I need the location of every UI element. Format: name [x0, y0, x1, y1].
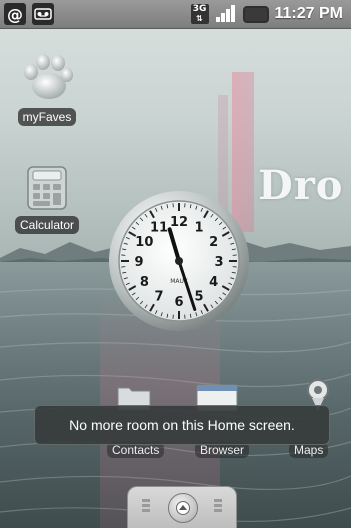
- clock-numeral: 12: [170, 215, 188, 230]
- network-type-label: 3G: [192, 4, 207, 14]
- clock-numeral: 7: [154, 290, 163, 305]
- calculator-label: Calculator: [14, 216, 80, 234]
- drawer-grip-left: [142, 497, 150, 519]
- toast-message: No more room on this Home screen.: [69, 417, 295, 433]
- calculator-shortcut[interactable]: Calculator: [6, 162, 88, 234]
- clock-numeral: 5: [194, 290, 203, 305]
- wallpaper-text: Dro: [258, 162, 344, 209]
- clock-numeral: 8: [140, 275, 149, 290]
- calculator-icon: [27, 166, 67, 210]
- myfaves-shortcut[interactable]: myFaves: [6, 50, 88, 126]
- clock-face: 12 1234567891011 MAUK: [109, 191, 249, 331]
- clock-numeral: 10: [135, 235, 153, 250]
- status-time: 11:27 PM: [274, 5, 343, 22]
- clock-numeral: 4: [209, 275, 218, 290]
- clock-numeral: 2: [209, 235, 218, 250]
- drawer-open-button[interactable]: [168, 493, 198, 523]
- clock-numeral: 6: [174, 295, 183, 310]
- home-screen: Dro @ 3G ⇅ 11:27 PM myFaves Calculator 1…: [0, 0, 351, 528]
- network-type-icon: 3G ⇅: [190, 4, 209, 24]
- at-sign-icon[interactable]: @: [4, 3, 26, 25]
- voicemail-icon[interactable]: [32, 3, 54, 25]
- app-drawer-handle[interactable]: [127, 486, 237, 528]
- clock-numeral: 9: [134, 255, 143, 270]
- status-bar[interactable]: @ 3G ⇅ 11:27 PM: [0, 0, 351, 29]
- chevron-up-icon: [176, 501, 190, 515]
- battery-icon: [242, 5, 269, 23]
- paw-icon: [24, 54, 73, 99]
- clock-numeral: 11: [150, 220, 168, 235]
- myfaves-label: myFaves: [17, 108, 77, 126]
- analog-clock-widget[interactable]: 12 1 2 3 4 5 6 7 8 9 10 11 MAUK: [108, 190, 250, 332]
- clock-numeral: 1: [194, 220, 203, 235]
- signal-strength-icon: [215, 5, 235, 22]
- drawer-grip-right: [214, 497, 222, 519]
- clock-numeral: 3: [214, 255, 223, 270]
- toast-notification: No more room on this Home screen.: [34, 405, 330, 445]
